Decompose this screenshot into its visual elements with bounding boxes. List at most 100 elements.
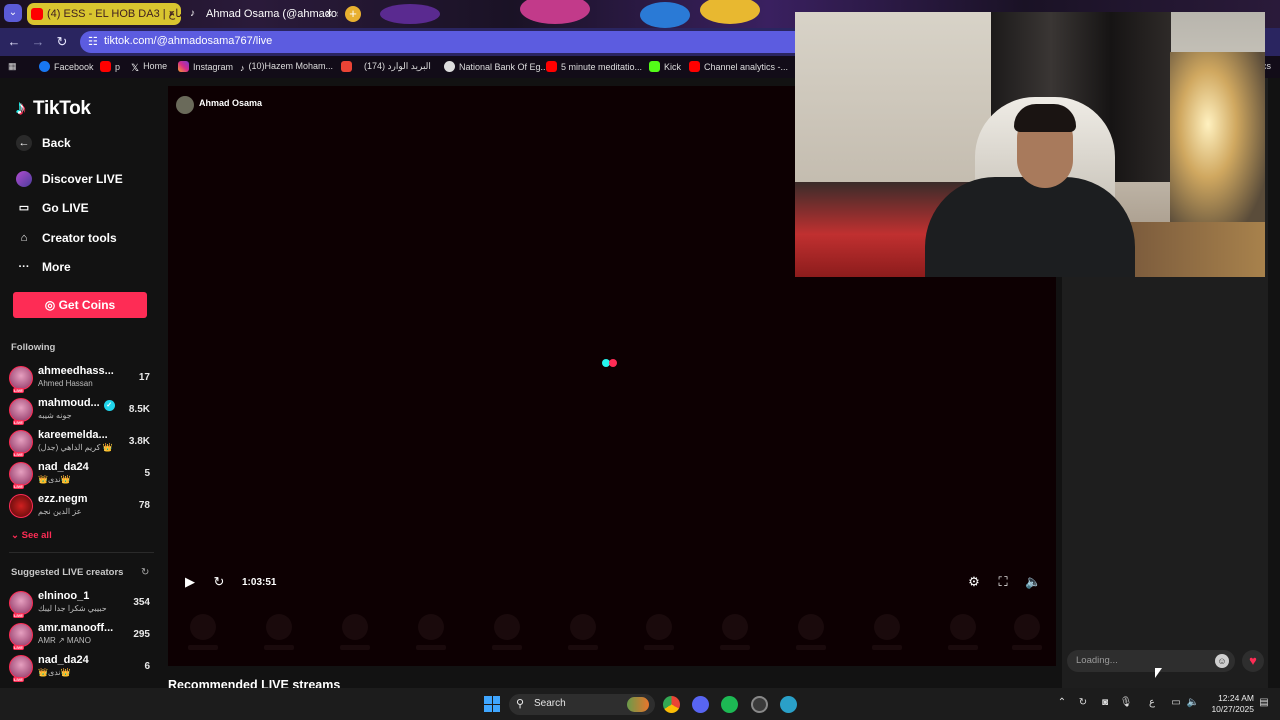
tab-search-icon[interactable]: ⌄ [4,4,22,22]
bookmark-gmail-icon[interactable] [341,61,356,72]
gift-placeholder[interactable] [720,614,750,650]
bookmark-meditation[interactable]: 5 minute meditatio... [546,61,642,72]
nav-more[interactable]: ··· More [16,256,71,278]
volume-icon[interactable]: 🔈 [1025,574,1041,590]
following-item[interactable]: LIVE nad_da24 👑ندى👑 5 [9,459,153,489]
close-tab-icon[interactable]: × [326,3,332,25]
reload-icon[interactable]: ↻ [54,34,70,50]
tab-youtube-label: (4) ESS - EL HOB DA3 | حب ضاع [47,8,181,20]
sidebar: ♪ TikTok ← Back Discover LIVE ▭ Go LIVE ⌂… [0,78,160,688]
gift-placeholder[interactable] [568,614,598,650]
following-item[interactable]: LIVE mahmoud... ✓ جونه شيبه 8.5K [9,395,153,425]
spotify-icon[interactable] [721,696,738,713]
bookmark-gmail-inbox[interactable]: (174) البريد الوارد [364,61,431,72]
user-subtitle: حبيبي شكرا جدا ليبك [38,604,107,613]
creator-tools-icon: ⌂ [20,232,28,244]
suggested-item[interactable]: LIVE amr.manooff... AMR ↗ MANO 295 [9,620,153,650]
back-icon[interactable]: ← [6,34,22,50]
user-name: kareemelda... [38,429,108,441]
get-coins-button[interactable]: ◎ Get Coins [13,292,147,318]
play-icon[interactable]: ▶ [182,574,198,590]
new-tab-button[interactable]: + [345,6,361,22]
x-icon: 𝕏 [131,63,140,74]
bookmark-p[interactable]: p [100,61,120,72]
webcam-overlay [795,12,1265,277]
suggested-item[interactable]: LIVE nad_da24 👑ندى👑 6 [9,652,153,682]
obs-icon[interactable] [751,696,768,713]
nav-back[interactable]: ← Back [16,132,71,154]
host-avatar[interactable] [176,96,194,114]
tab-tiktok-label: Ahmad Osama (@ahmados [206,8,338,20]
tiktok-logo[interactable]: ♪ TikTok [16,98,91,120]
nav-creator-tools[interactable]: ⌂ Creator tools [16,227,117,249]
forward-icon[interactable]: → [30,34,46,50]
notification-icon[interactable]: ▤ [1257,697,1271,708]
following-item[interactable]: LIVE ahmeedhass... Ahmed Hassan 17 [9,363,153,393]
bookmark-channel-analytics[interactable]: Channel analytics -... [689,61,788,72]
logo-text: TikTok [33,98,91,119]
bookmark-home[interactable]: 𝕏 Home [131,61,167,74]
close-tab-icon[interactable]: × [169,3,175,25]
youtube-icon [31,8,43,20]
gift-placeholder[interactable] [416,614,446,650]
tab-youtube[interactable]: (4) ESS - EL HOB DA3 | حب ضاع × [27,3,181,25]
user-name: nad_da24 [38,461,89,473]
gift-placeholder[interactable] [796,614,826,650]
heart-icon[interactable]: ♥ [1242,650,1264,672]
nav-discover-live[interactable]: Discover LIVE [16,168,123,190]
gift-placeholder[interactable] [1012,614,1042,650]
volume-tray-icon[interactable]: 🔈 [1186,697,1200,708]
gift-placeholder[interactable] [340,614,370,650]
app-globe-icon[interactable] [780,696,797,713]
gift-placeholder[interactable] [264,614,294,650]
gift-placeholder[interactable] [188,614,218,650]
site-info-icon[interactable]: ☷ [88,35,98,48]
chrome-icon[interactable] [663,696,680,713]
gift-placeholder[interactable] [948,614,978,650]
sync-icon[interactable]: ↻ [1076,697,1090,708]
bookmark-label: 5 minute meditatio... [561,62,643,72]
following-item[interactable]: LIVE kareemelda... كريم الداهي (جدل) 👑 3… [9,427,153,457]
following-item[interactable]: ezz.negm عز الدين نجم 78 [9,491,153,521]
back-arrow-icon: ← [16,135,32,151]
tab-tiktok[interactable]: ♪ Ahmad Osama (@ahmados × [186,3,338,25]
refresh-stream-icon[interactable]: ↻ [211,574,227,590]
gift-placeholder[interactable] [492,614,522,650]
fullscreen-icon[interactable]: ⛶ [995,574,1011,590]
discord-icon[interactable] [692,696,709,713]
settings-icon[interactable]: ⚙ [966,574,982,590]
viewer-count: 8.5K [128,404,150,415]
gift-bar [188,614,1048,658]
bookmark-hazem[interactable]: ♪ (10)Hazem Moham... [240,61,333,74]
user-subtitle: عز الدين نجم [38,507,82,516]
user-subtitle: AMR ↗ MANO [38,636,91,645]
host-name[interactable]: Ahmad Osama [199,98,262,108]
avatar: LIVE [9,462,33,489]
discord-tray-icon[interactable]: ◙ [1098,697,1112,708]
gift-placeholder[interactable] [644,614,674,650]
bookmark-kick[interactable]: Kick [649,61,681,72]
live-badge: LIVE [13,645,24,650]
see-all-link[interactable]: ⌄ See all [11,530,52,541]
windows-start-icon[interactable] [484,696,500,712]
screen: ⌄ (4) ESS - EL HOB DA3 | حب ضاع × ♪ Ahma… [0,0,1280,720]
microphone-icon[interactable]: 🎙 [1119,697,1133,708]
clock[interactable]: 12:24 AM 10/27/2025 [1206,693,1254,715]
suggested-item[interactable]: LIVE elninoo_1 حبيبي شكرا جدا ليبك 354 [9,588,153,618]
chevron-up-icon[interactable]: ⌃ [1055,697,1069,708]
user-name: nad_da24 [38,654,89,666]
chat-input[interactable]: Loading... ☺ [1067,650,1235,672]
nav-go-live[interactable]: ▭ Go LIVE [16,197,89,219]
bookmark-national-bank[interactable]: National Bank Of Eg... [444,61,548,72]
language-indicator[interactable]: ع [1145,697,1159,708]
bookmark-label: (174) البريد الوارد [364,61,431,71]
gift-placeholder[interactable] [872,614,902,650]
apps-icon[interactable]: ▦ [8,61,17,72]
bookmark-instagram[interactable]: Instagram [178,61,233,72]
taskbar-search[interactable]: ⚲ Search [509,694,655,715]
emoji-icon[interactable]: ☺ [1215,654,1229,668]
refresh-icon[interactable]: ↻ [141,567,149,578]
bookmark-facebook[interactable]: Facebook [39,61,94,72]
see-all-label: See all [21,530,52,541]
network-icon[interactable]: ▭ [1169,697,1183,708]
